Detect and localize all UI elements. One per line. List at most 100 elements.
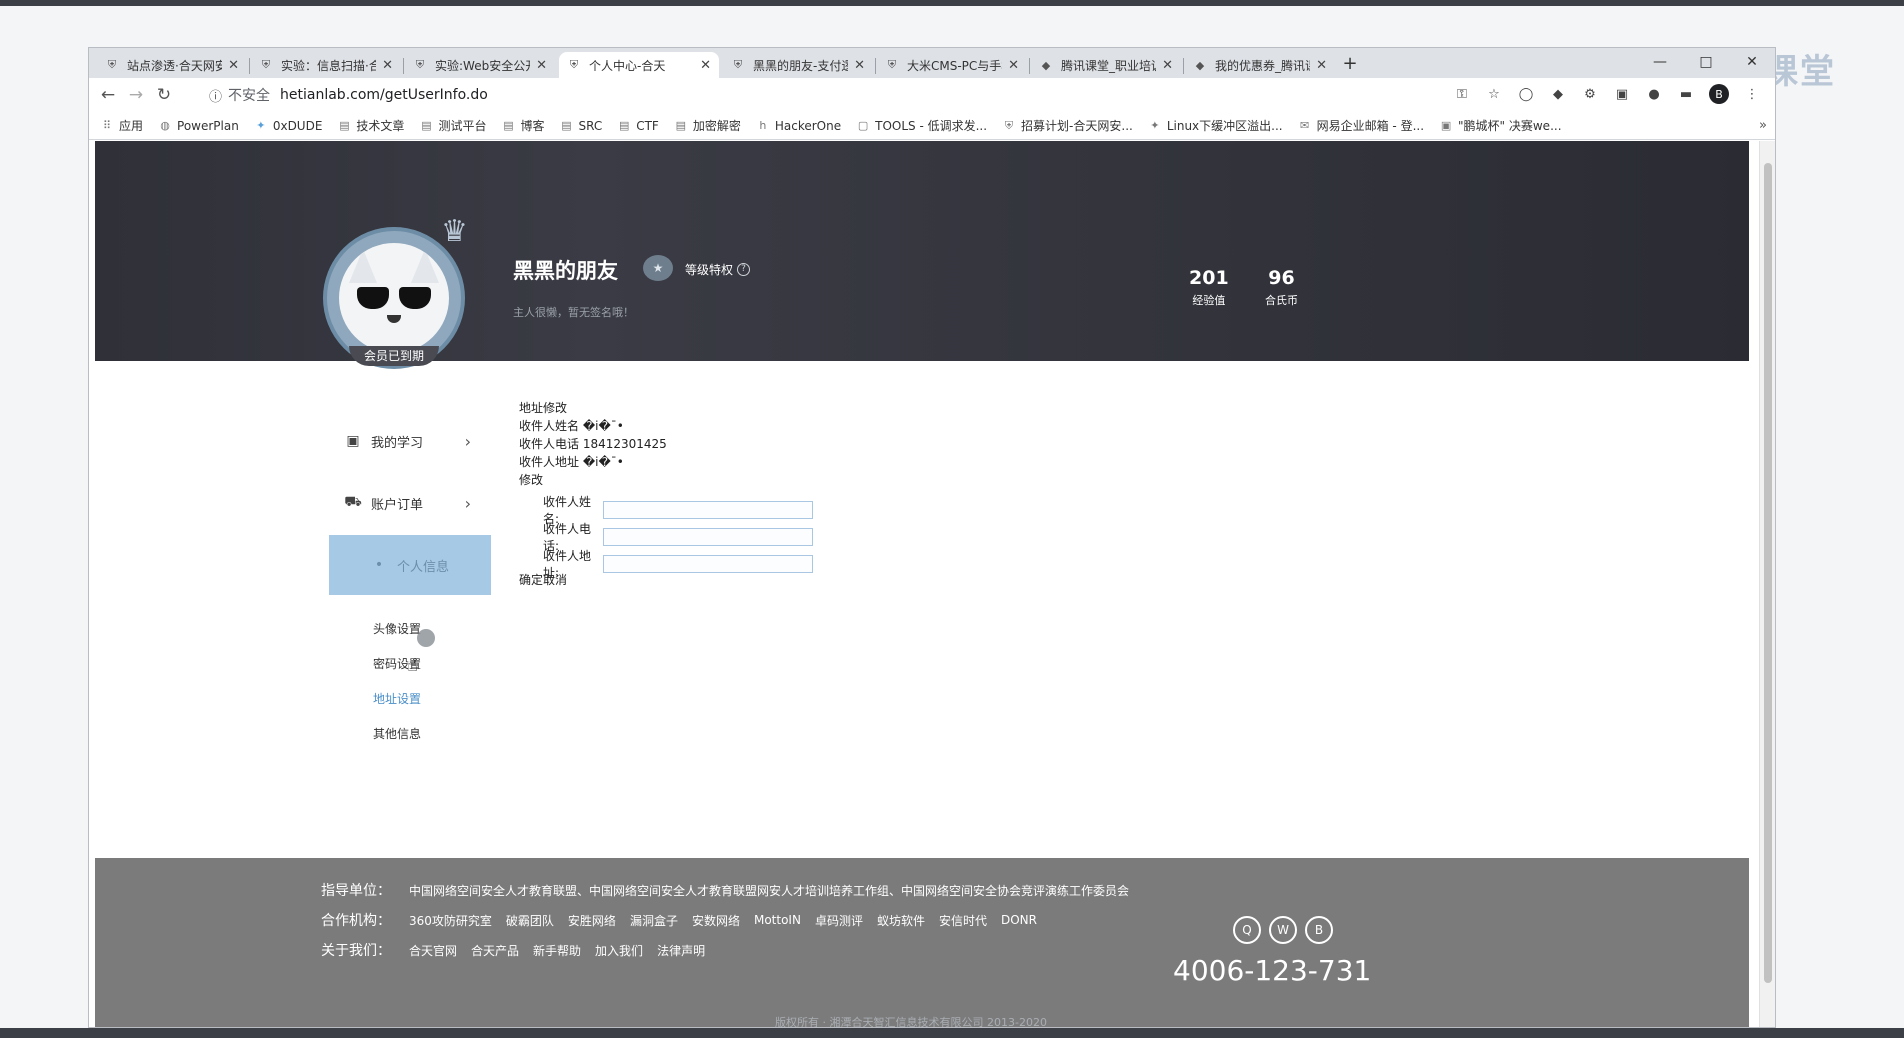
maximize-button[interactable]: □	[1683, 48, 1729, 78]
partner-link[interactable]: 安胜网络	[568, 912, 616, 929]
extension-book-icon[interactable]: ▣	[1613, 85, 1631, 103]
image-icon: ▣	[1440, 119, 1452, 132]
address-field[interactable]	[603, 555, 813, 573]
bookmark-7[interactable]: ▤ CTF	[618, 119, 659, 133]
new-tab-button[interactable]: +	[1339, 54, 1361, 76]
confirm-button[interactable]: 确定	[519, 571, 543, 588]
level-privilege-label: 等级特权	[685, 263, 734, 277]
bookmark-4[interactable]: ▤ 测试平台	[420, 117, 486, 134]
partner-link[interactable]: 卓码测评	[815, 912, 863, 929]
tab-7[interactable]: ◆ 我的优惠券_腾讯课堂 ✕	[1185, 52, 1335, 78]
menu-kebab-icon[interactable]: ⋮	[1743, 85, 1761, 103]
question-icon[interactable]: ?	[737, 263, 751, 276]
bookmark-6[interactable]: ▤ SRC	[560, 119, 602, 133]
partner-link[interactable]: 破霸团队	[506, 912, 554, 929]
address-bar[interactable]: ⓘ 不安全 hetianlab.com/getUserInfo.do	[209, 81, 1459, 109]
phone-field[interactable]	[603, 528, 813, 546]
shield-icon: ⛨	[261, 58, 271, 71]
mail-icon: ✉	[1300, 119, 1310, 132]
tab-5[interactable]: ⛨ 大米CMS-PC与手机端 ✕	[877, 52, 1027, 78]
minimize-button[interactable]: —	[1637, 48, 1683, 78]
about-link[interactable]: 合天产品	[471, 942, 519, 959]
cancel-button[interactable]: 取消	[543, 571, 567, 588]
tab-0[interactable]: ⛨ 站点渗透·合天网安实 ✕	[97, 52, 247, 78]
wechat-icon[interactable]: W	[1269, 916, 1297, 944]
username: 黑黑的朋友	[513, 259, 618, 283]
shield-icon: ⛨	[107, 58, 117, 71]
scrollbar-thumb[interactable]	[1764, 163, 1772, 983]
key-icon[interactable]: ⚿	[1453, 85, 1471, 103]
tab-4[interactable]: ⛨ 黑黑的朋友-支付逻辑 ✕	[723, 52, 873, 78]
level-privilege-link[interactable]: 等级特权 ?	[685, 261, 751, 278]
back-arrow-icon[interactable]: ←	[97, 84, 119, 106]
tab-title: 黑黑的朋友-支付逻辑	[753, 58, 848, 73]
menu-item-personal-info[interactable]: • 个人信息	[329, 535, 491, 595]
tencent-classroom-icon: ◆	[1041, 58, 1051, 72]
close-icon[interactable]: ✕	[228, 58, 239, 73]
close-icon[interactable]: ✕	[536, 58, 547, 73]
partner-link[interactable]: 安数网络	[692, 912, 740, 929]
info-icon[interactable]: ⓘ	[209, 86, 222, 105]
about-link[interactable]: 新手帮助	[533, 942, 581, 959]
reload-icon[interactable]: ↻	[153, 84, 175, 106]
bookmark-10[interactable]: ▢ TOOLS - 低调求发...	[857, 117, 987, 134]
qq-icon[interactable]: Q	[1233, 916, 1261, 944]
bookmark-5[interactable]: ▤ 博客	[502, 117, 544, 134]
partner-link[interactable]: MottoIN	[754, 913, 801, 927]
social-icons: Q W B	[1233, 916, 1333, 944]
submenu-avatar-settings[interactable]: 头像设置	[373, 620, 421, 637]
tab-1[interactable]: ⛨ 实验：信息扫描·合天网 ✕	[251, 52, 401, 78]
extension-ab-icon[interactable]: ●	[1645, 85, 1663, 103]
partner-link[interactable]: 漏洞盒子	[630, 912, 678, 929]
tab-2[interactable]: ⛨ 实验:Web安全公开课 ✕	[405, 52, 555, 78]
close-icon[interactable]: ✕	[1316, 58, 1327, 73]
screen-top-strip	[0, 0, 1904, 6]
about-link[interactable]: 加入我们	[595, 942, 643, 959]
menu-item-my-learning[interactable]: ▣ 我的学习 ›	[329, 421, 491, 461]
close-window-button[interactable]: ✕	[1729, 48, 1775, 78]
submenu-other-info[interactable]: 其他信息	[373, 725, 421, 742]
page-scrollbar[interactable]	[1759, 141, 1775, 1027]
name-field[interactable]	[603, 501, 813, 519]
submenu-address-settings[interactable]: 地址设置	[373, 690, 421, 707]
close-icon[interactable]: ✕	[854, 58, 865, 73]
bookmark-label: HackerOne	[774, 118, 842, 133]
extension-mask-icon[interactable]: ▬	[1677, 85, 1695, 103]
bookmark-9[interactable]: h HackerOne	[757, 119, 841, 133]
extension-circle-icon[interactable]: ◯	[1517, 85, 1535, 103]
close-icon[interactable]: ✕	[700, 58, 711, 73]
close-icon[interactable]: ✕	[1162, 58, 1173, 73]
extension-gear-icon[interactable]: ⚙	[1581, 85, 1599, 103]
forward-arrow-icon[interactable]: →	[125, 84, 147, 106]
tab-6[interactable]: ◆ 腾讯课堂_职业培训 ✕	[1031, 52, 1181, 78]
url-text[interactable]: hetianlab.com/getUserInfo.do	[280, 87, 488, 103]
extension-cube-icon[interactable]: ◆	[1549, 85, 1567, 103]
stat-experience: 201 经验值	[1189, 267, 1229, 308]
bookmarks-bar: ⠿ 应用 ◍ PowerPlan ✦ 0xDUDE ▤ 技术文章 ▤ 测试平台 ▤ 博客 ▤…	[89, 112, 1775, 140]
bookmark-1[interactable]: ◍ PowerPlan	[159, 119, 239, 133]
bookmark-12[interactable]: ✦ Linux下缓冲区溢出...	[1149, 117, 1282, 134]
bookmark-2[interactable]: ✦ 0xDUDE	[255, 119, 322, 133]
bookmark-8[interactable]: ▤ 加密解密	[675, 117, 741, 134]
partner-link[interactable]: 360攻防研究室	[409, 912, 492, 929]
about-link[interactable]: 合天官网	[409, 942, 457, 959]
weibo-icon[interactable]: B	[1305, 916, 1333, 944]
close-icon[interactable]: ✕	[382, 58, 393, 73]
partner-link[interactable]: 蚁坊软件	[877, 912, 925, 929]
close-icon[interactable]: ✕	[1008, 58, 1019, 73]
bookmark-13[interactable]: ✉ 网易企业邮箱 - 登...	[1299, 117, 1424, 134]
partner-link[interactable]: 安信时代	[939, 912, 987, 929]
bookmark-14[interactable]: ▣ "鹏城杯" 决赛we...	[1440, 117, 1562, 134]
about-link[interactable]: 法律声明	[657, 942, 705, 959]
tab-3-active[interactable]: ⛨ 个人中心-合天 ✕	[559, 52, 719, 78]
partner-link[interactable]: DONR	[1001, 913, 1037, 927]
bookmark-3[interactable]: ▤ 技术文章	[338, 117, 404, 134]
bookmark-label: 技术文章	[356, 119, 405, 133]
profile-avatar[interactable]: B	[1709, 84, 1729, 104]
bookmarks-overflow-chevron-icon[interactable]: »	[1759, 118, 1767, 133]
star-icon[interactable]: ☆	[1485, 85, 1503, 103]
bookmark-11[interactable]: ⛨ 招募计划-合天网安...	[1003, 117, 1133, 134]
menu-item-orders[interactable]: ⛟ 账户订单 ›	[329, 483, 491, 523]
bookmark-0[interactable]: ⠿ 应用	[101, 117, 143, 134]
h-icon: h	[759, 119, 767, 132]
